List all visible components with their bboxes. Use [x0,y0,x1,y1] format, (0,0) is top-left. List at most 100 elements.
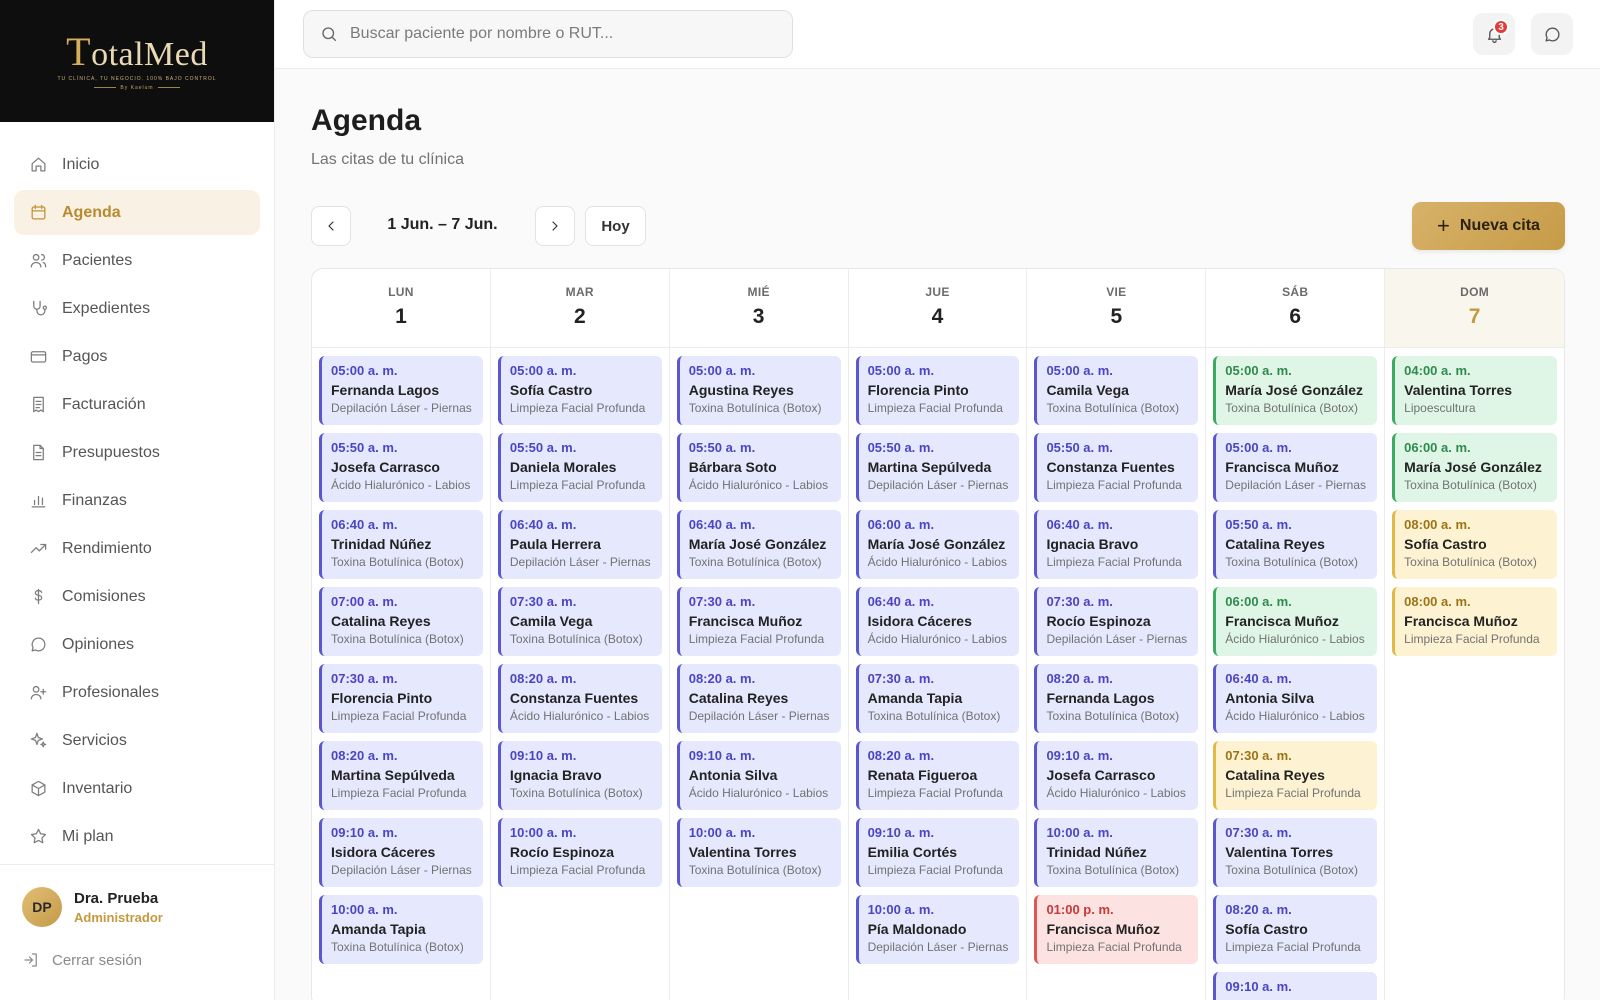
sidebar-item-servicios[interactable]: Servicios [14,718,260,763]
appointment-patient: Valentina Torres [1404,382,1513,398]
appointment-patient: Florencia Pinto [867,382,969,398]
appointment-card[interactable]: 05:00 a. m. Florencia Pinto Limpieza Facia… [855,356,1020,425]
appointment-card[interactable]: 05:50 a. m. Martina Sepúlveda Depilación L… [855,433,1020,502]
sidebar-item-agenda[interactable]: Agenda [14,190,260,235]
appointment-card[interactable]: 10:00 a. m. Pía Maldonado Depilación Láser… [855,895,1020,964]
sidebar-item-pacientes[interactable]: Pacientes [14,238,260,283]
chat-icon [1544,26,1560,42]
appointment-card[interactable]: 07:00 a. m. Catalina Reyes Toxina Botulíni… [319,587,483,656]
sidebar-item-inicio[interactable]: Inicio [14,142,260,187]
appointment-card[interactable]: 05:00 a. m. Francisca Muñoz Depilación Lás… [1213,433,1378,502]
appointment-card[interactable]: 09:10 a. m. Isidora Cáceres Depilación Lás… [319,818,483,887]
next-week-button[interactable] [535,206,575,246]
appointment-card[interactable]: 06:00 a. m. María José González Toxina Bot… [1392,433,1558,502]
user-profile[interactable]: DP Dra. Prueba Administrador [22,887,252,927]
appointment-card[interactable]: 06:40 a. m. Paula Herrera Depilación Láser… [497,510,662,579]
appointment-card[interactable]: 09:10 a. m. [1213,972,1378,1000]
appointment-card[interactable]: 05:50 a. m. Catalina Reyes Toxina Botulíni… [1213,510,1378,579]
appointment-card[interactable]: 09:10 a. m. Josefa Carrasco Ácido Hialurón… [1034,741,1199,810]
day-header[interactable]: JUE 4 [848,269,1027,348]
appointment-card[interactable]: 08:20 a. m. Constanza Fuentes Ácido Hialur… [497,664,662,733]
sidebar-item-opiniones[interactable]: Opiniones [14,622,260,667]
stethoscope-icon [28,299,48,319]
day-header[interactable]: DOM 7 [1385,269,1564,348]
appointment-card[interactable]: 04:00 a. m. Valentina Torres Lipoescultura [1392,356,1558,425]
appointment-card[interactable]: 07:30 a. m. Valentina Torres Toxina Botulí… [1213,818,1378,887]
appointment-card[interactable]: 05:00 a. m. María José González Toxina Bot… [1213,356,1378,425]
notifications-button[interactable]: 3 [1473,13,1515,55]
appointment-card[interactable]: 05:00 a. m. Camila Vega Toxina Botulínica … [1034,356,1199,425]
appointment-card[interactable]: 07:30 a. m. Amanda Tapia Toxina Botulínica… [855,664,1020,733]
appointment-patient: María José González [867,536,1006,552]
user-block: DP Dra. Prueba Administrador Cerrar sesi… [0,864,274,969]
appointment-card[interactable]: 10:00 a. m. Trinidad Núñez Toxina Botulíni… [1034,818,1199,887]
appointment-card[interactable]: 08:20 a. m. Martina Sepúlveda Limpieza Fac… [319,741,483,810]
sidebar-item-profesionales[interactable]: Profesionales [14,670,260,715]
appointment-card[interactable]: 07:30 a. m. Catalina Reyes Limpieza Facial… [1213,741,1378,810]
appointment-card[interactable]: 10:00 a. m. Rocío Espinoza Limpieza Facial… [497,818,662,887]
appointment-patient: Francisca Muñoz [688,613,803,629]
appointment-card[interactable]: 08:20 a. m. Catalina Reyes Depilación Láse… [676,664,841,733]
appointment-service: Ácido Hialurónico - Labios [1225,709,1365,723]
appointment-card[interactable]: 05:00 a. m. Agustina Reyes Toxina Botulíni… [676,356,841,425]
sidebar-item-rendimiento[interactable]: Rendimiento [14,526,260,571]
appointment-card[interactable]: 10:00 a. m. Amanda Tapia Toxina Botulínica… [319,895,483,964]
prev-week-button[interactable] [311,206,351,246]
today-button[interactable]: Hoy [585,206,646,246]
appointment-card[interactable]: 08:20 a. m. Sofía Castro Limpieza Facial P… [1213,895,1378,964]
appointment-card[interactable]: 05:00 a. m. Sofía Castro Limpieza Facial P… [497,356,662,425]
appointment-card[interactable]: 09:10 a. m. Ignacia Bravo Toxina Botulínic… [497,741,662,810]
appointment-card[interactable]: 01:00 p. m. Francisca Muñoz Limpieza Facia… [1034,895,1199,964]
appointment-card[interactable]: 06:40 a. m. Antonia Silva Ácido Hialurónic… [1213,664,1378,733]
appointment-card[interactable]: 10:00 a. m. Valentina Torres Toxina Botulí… [676,818,841,887]
sidebar-item-finanzas[interactable]: Finanzas [14,478,260,523]
sidebar-item-comisiones[interactable]: Comisiones [14,574,260,619]
calendar-icon [28,203,48,223]
appointment-card[interactable]: 07:30 a. m. Florencia Pinto Limpieza Facia… [319,664,483,733]
appointment-card[interactable]: 08:00 a. m. Sofía Castro Toxina Botulínica… [1392,510,1558,579]
appointment-card[interactable]: 07:30 a. m. Rocío Espinoza Depilación Láse… [1034,587,1199,656]
appointment-card[interactable]: 05:00 a. m. Fernanda Lagos Depilación Láse… [319,356,483,425]
appointment-card[interactable]: 05:50 a. m. Daniela Morales Limpieza Facia… [497,433,662,502]
day-header[interactable]: MAR 2 [490,269,669,348]
sidebar-item-inventario[interactable]: Inventario [14,766,260,811]
appointment-service: Limpieza Facial Profunda [1404,632,1540,646]
day-number: 2 [573,305,586,328]
appointment-service: Ácido Hialurónico - Labios [688,786,829,800]
brand-logo[interactable]: TotalMed TU CLÍNICA, TU NEGOCIO. 100% BA… [0,0,274,122]
appointment-card[interactable]: 06:00 a. m. Francisca Muñoz Ácido Hialurón… [1213,587,1378,656]
appointment-patient: Paula Herrera [509,536,601,552]
appointment-service: Ácido Hialurónico - Labios [867,632,1007,646]
appointment-card[interactable]: 06:40 a. m. María José González Toxina Bot… [676,510,841,579]
appointment-card[interactable]: 09:10 a. m. Antonia Silva Ácido Hialurónic… [676,741,841,810]
appointment-card[interactable]: 08:20 a. m. Fernanda Lagos Toxina Botulíni… [1034,664,1199,733]
appointment-patient: Camila Vega [1046,382,1129,398]
sidebar-item-presupuestos[interactable]: Presupuestos [14,430,260,475]
sidebar-item-facturacion[interactable]: Facturación [14,382,260,427]
appointment-card[interactable]: 05:50 a. m. Josefa Carrasco Ácido Hialurón… [319,433,483,502]
appointment-card[interactable]: 06:40 a. m. Trinidad Núñez Toxina Botulíni… [319,510,483,579]
sidebar-item-label: Comisiones [62,587,146,605]
sidebar-item-expedientes[interactable]: Expedientes [14,286,260,331]
appointment-card[interactable]: 06:40 a. m. Isidora Cáceres Ácido Hialurón… [855,587,1020,656]
new-appointment-button[interactable]: + Nueva cita [1412,202,1565,250]
search-input[interactable] [350,25,770,43]
sidebar-item-mi-plan[interactable]: Mi plan [14,814,260,859]
appointment-card[interactable]: 08:20 a. m. Renata Figueroa Limpieza Facia… [855,741,1020,810]
appointment-card[interactable]: 07:30 a. m. Camila Vega Toxina Botulínica … [497,587,662,656]
search-box[interactable] [303,10,793,58]
appointment-card[interactable]: 07:30 a. m. Francisca Muñoz Limpieza Facia… [676,587,841,656]
logout-button[interactable]: Cerrar sesión [22,951,252,969]
appointment-card[interactable]: 05:50 a. m. Constanza Fuentes Limpieza Fac… [1034,433,1199,502]
appointment-card[interactable]: 09:10 a. m. Emilia Cortés Limpieza Facial … [855,818,1020,887]
day-header[interactable]: SÁB 6 [1206,269,1385,348]
day-header[interactable]: LUN 1 [312,269,490,348]
messages-button[interactable] [1531,13,1573,55]
day-header[interactable]: VIE 5 [1027,269,1206,348]
appointment-card[interactable]: 06:40 a. m. Ignacia Bravo Limpieza Facial … [1034,510,1199,579]
appointment-card[interactable]: 08:00 a. m. Francisca Muñoz Limpieza Facia… [1392,587,1558,656]
appointment-card[interactable]: 05:50 a. m. Bárbara Soto Ácido Hialurónico… [676,433,841,502]
day-header[interactable]: MIÉ 3 [669,269,848,348]
sidebar-item-pagos[interactable]: Pagos [14,334,260,379]
appointment-card[interactable]: 06:00 a. m. María José González Ácido Hial… [855,510,1020,579]
